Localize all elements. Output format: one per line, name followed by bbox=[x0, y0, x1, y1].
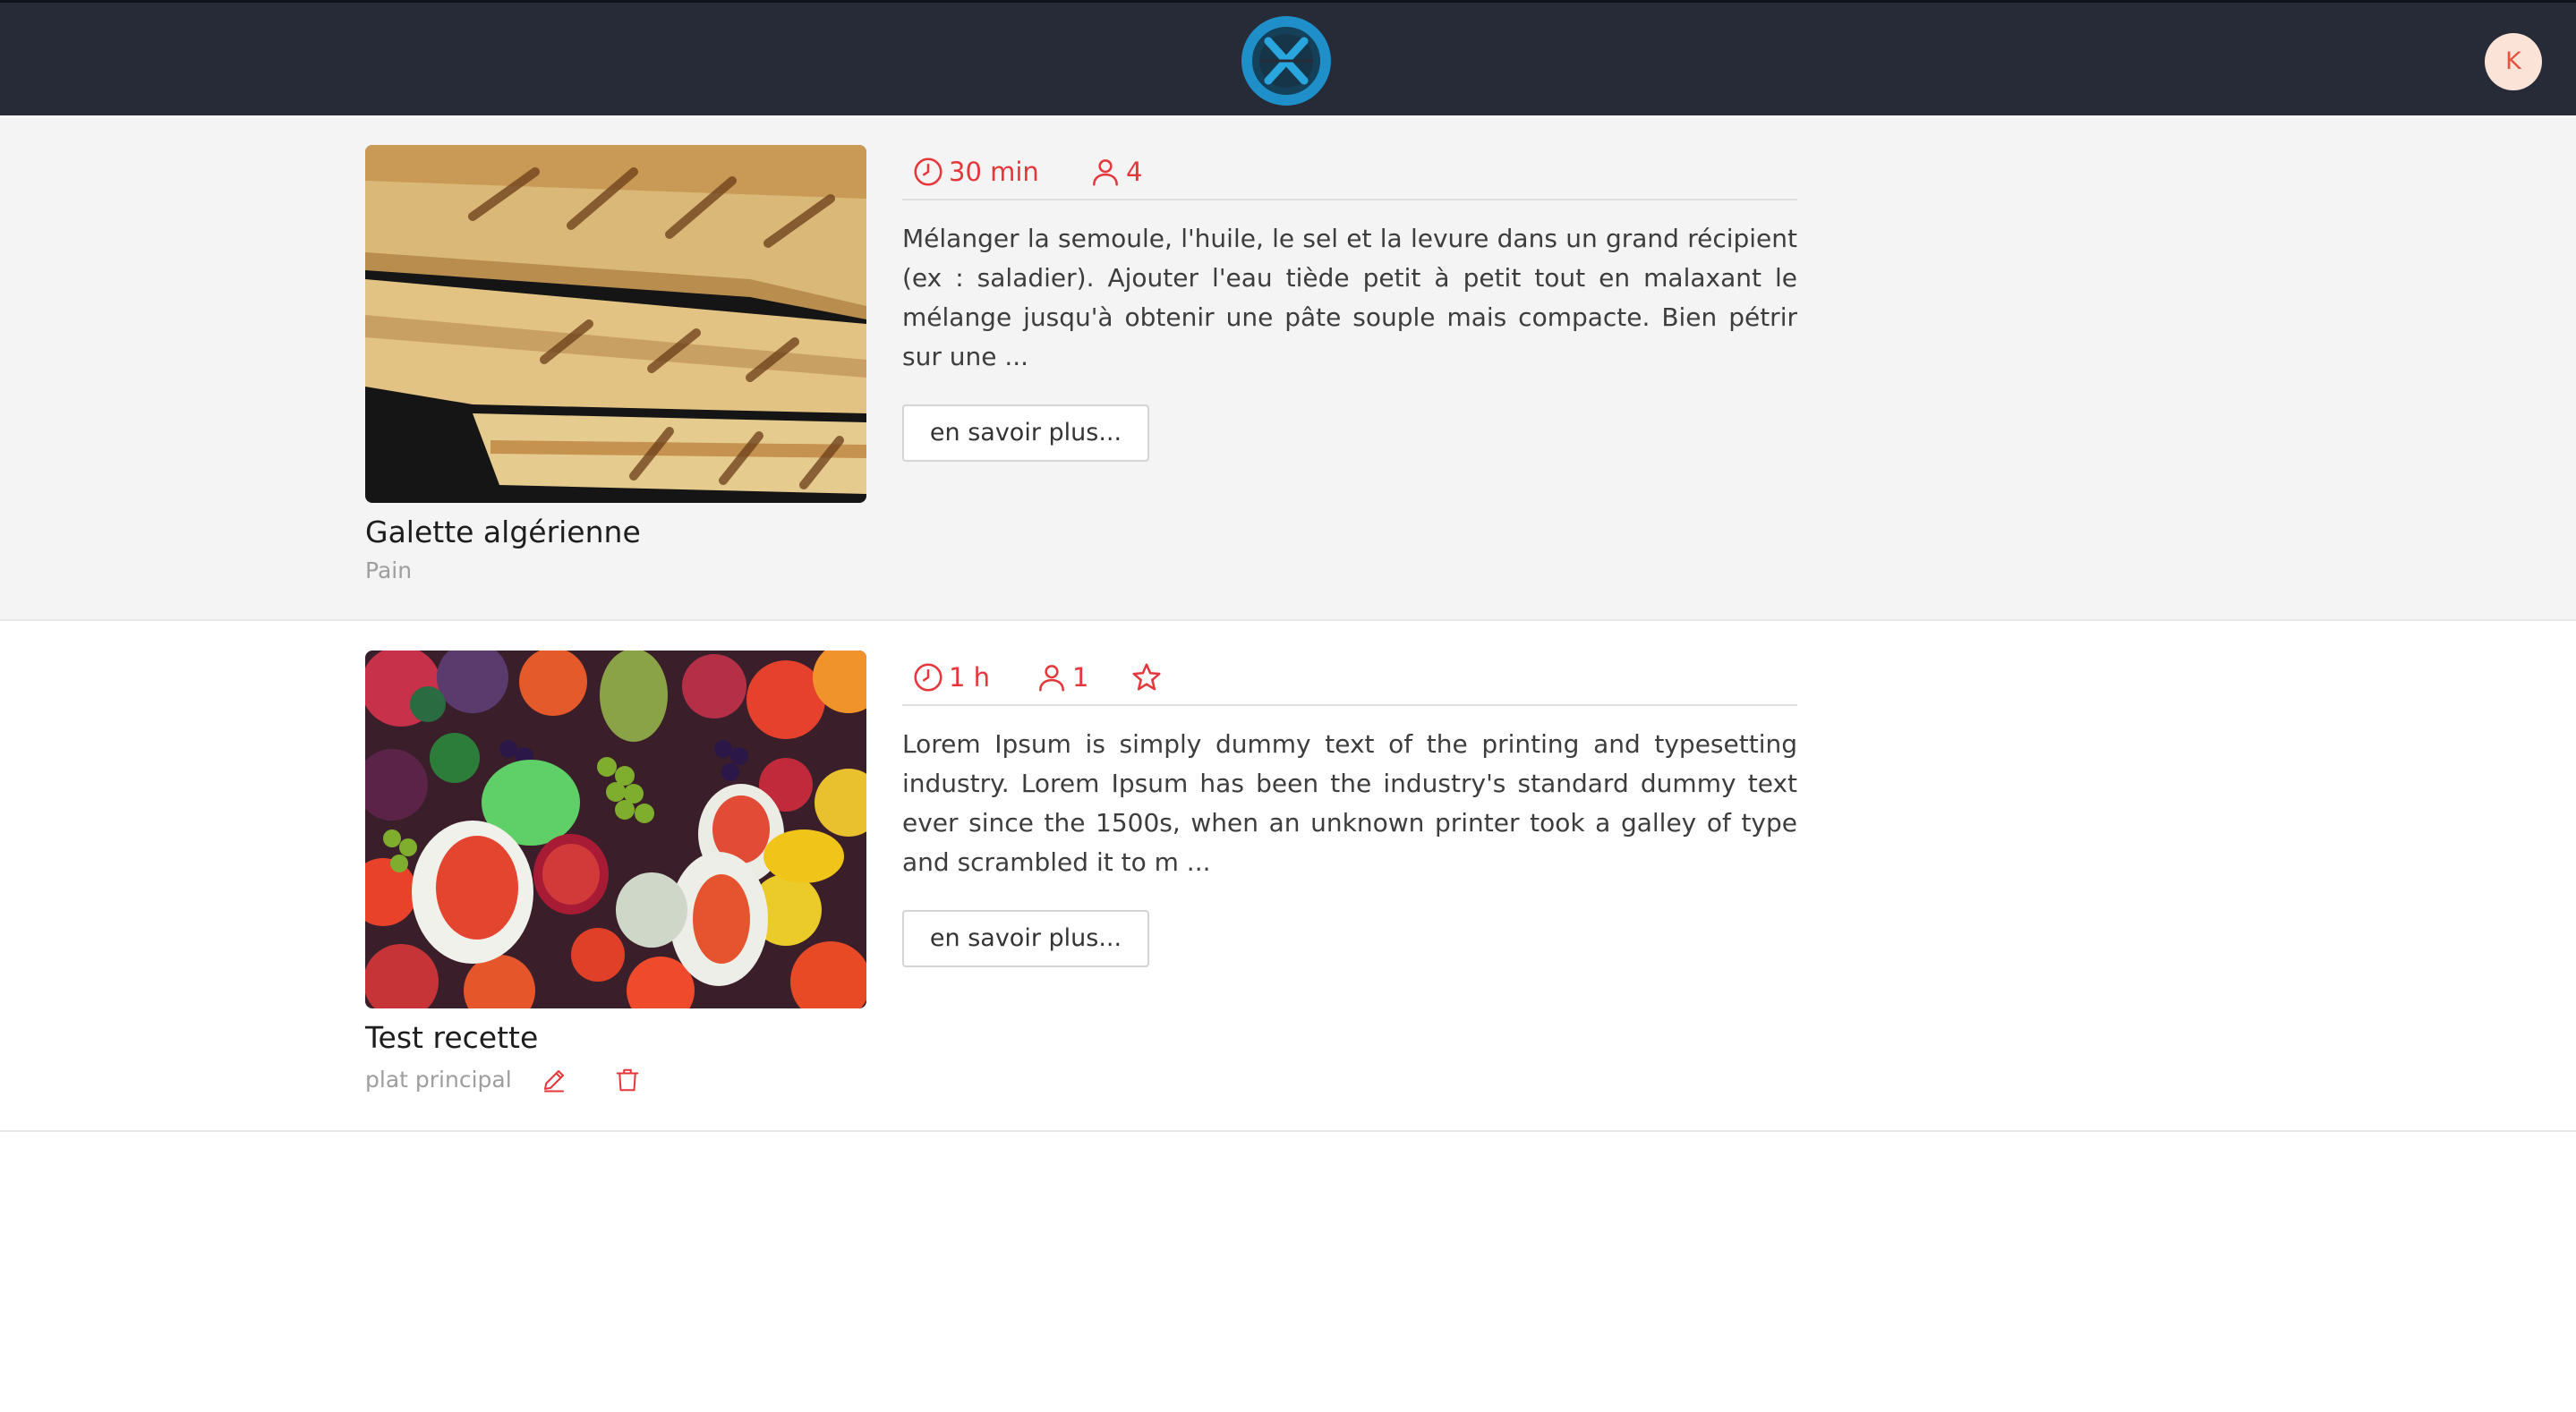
read-more-button[interactable]: en savoir plus... bbox=[902, 404, 1149, 462]
servings: 4 bbox=[1088, 154, 1142, 190]
read-more-button[interactable]: en savoir plus... bbox=[902, 910, 1149, 967]
clock-icon bbox=[914, 157, 943, 186]
recipe-image-fruits[interactable] bbox=[365, 651, 866, 1008]
recipe-description: Lorem Ipsum is simply dummy text of the … bbox=[902, 729, 1797, 877]
user-avatar[interactable]: K bbox=[2485, 33, 2542, 90]
recipe-title[interactable]: Galette algérienne bbox=[365, 515, 641, 549]
favorite-toggle[interactable] bbox=[1130, 659, 1167, 695]
servings-value: 1 bbox=[1072, 662, 1089, 693]
servings: 1 bbox=[1035, 659, 1088, 695]
recipe-meta-bar: 30 min 4 bbox=[902, 145, 1797, 200]
top-navbar: K bbox=[0, 0, 2576, 115]
recipe-title[interactable]: Test recette bbox=[365, 1020, 538, 1055]
recipe-card: Galette algérienne Pain 30 min 4 Mélange… bbox=[0, 115, 2576, 621]
trash-icon bbox=[616, 1068, 639, 1092]
edit-recipe-button[interactable] bbox=[541, 1067, 567, 1093]
app-logo-icon[interactable] bbox=[1241, 16, 1331, 106]
star-icon bbox=[1132, 663, 1161, 691]
recipe-meta-bar: 1 h 1 bbox=[902, 651, 1797, 706]
recipe-image-flatbread[interactable] bbox=[365, 145, 866, 503]
pencil-icon bbox=[544, 1070, 564, 1093]
recipe-category: Pain bbox=[365, 557, 413, 583]
prep-time: 1 h bbox=[911, 659, 990, 695]
servings-value: 4 bbox=[1126, 157, 1143, 187]
clock-icon bbox=[914, 663, 943, 692]
recipe-category: plat principal bbox=[365, 1067, 512, 1093]
person-icon bbox=[1039, 665, 1064, 692]
prep-time: 30 min bbox=[911, 154, 1039, 190]
prep-time-value: 30 min bbox=[949, 157, 1039, 187]
recipe-card: Test recette plat principal 1 h 1 Lorem … bbox=[0, 621, 2576, 1132]
delete-recipe-button[interactable] bbox=[614, 1067, 641, 1093]
person-icon bbox=[1093, 159, 1118, 186]
recipe-description: Mélanger la semoule, l'huile, le sel et … bbox=[902, 224, 1797, 371]
prep-time-value: 1 h bbox=[949, 662, 991, 693]
